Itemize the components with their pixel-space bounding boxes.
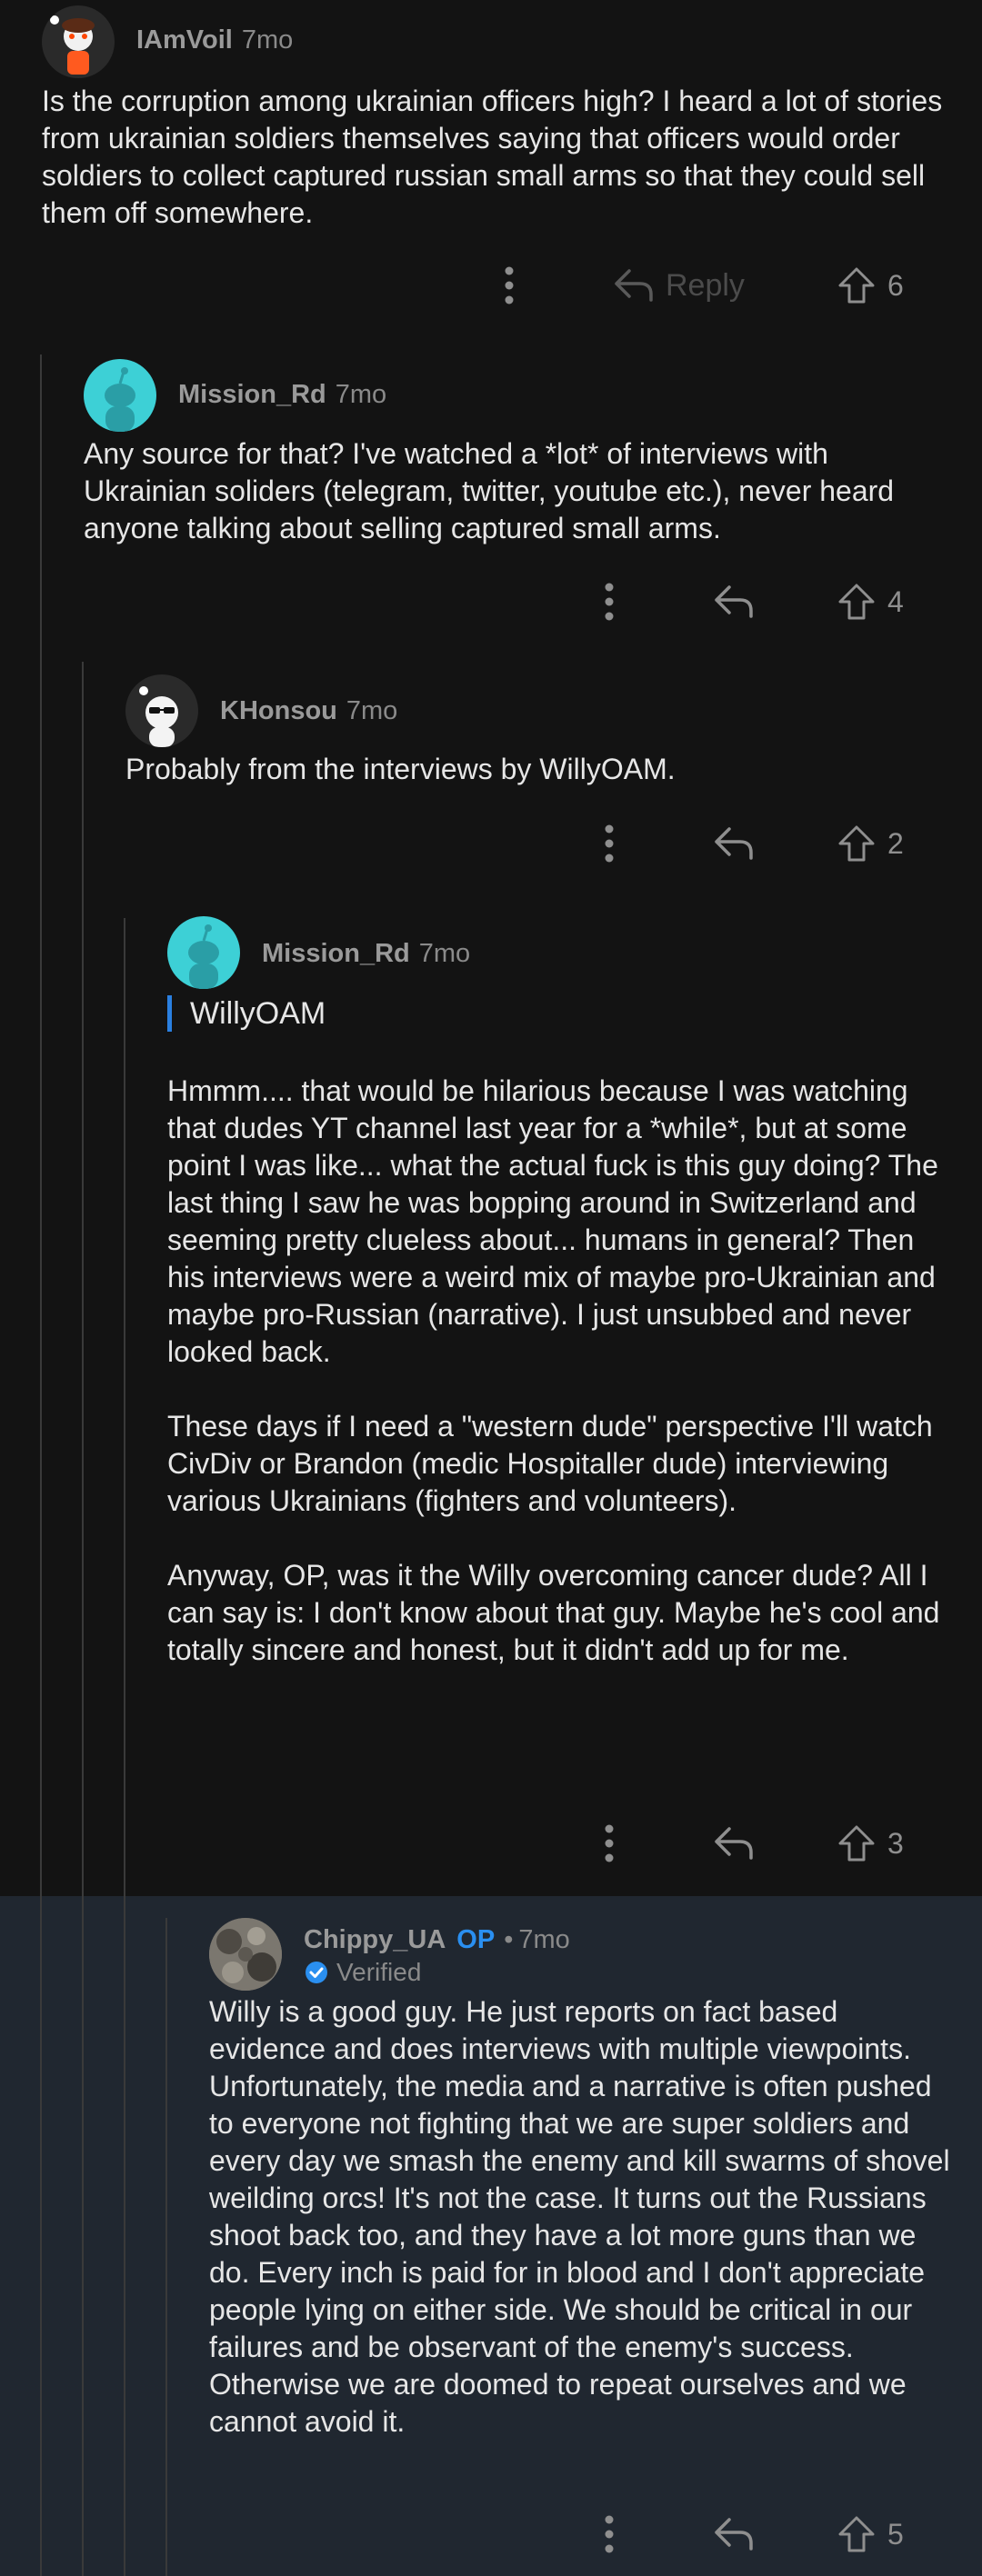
reply-button[interactable] (713, 2507, 755, 2561)
upvote-button[interactable]: 5 (837, 2507, 904, 2561)
comment-author[interactable]: Chippy_UA OP • 7mo (304, 1925, 570, 1955)
more-options-button[interactable] (591, 816, 627, 871)
reply-button[interactable] (713, 816, 755, 871)
upvote-arrow-icon (838, 1825, 875, 1862)
comment-actions: 5 (0, 2507, 982, 2561)
vote-score: 2 (887, 826, 904, 860)
comment-body: Is the corruption among ukrainian office… (42, 85, 951, 229)
comment-actions: 3 (0, 1816, 982, 1871)
reply-arrow-icon (715, 1827, 753, 1860)
comment-author[interactable]: KHonsou 7mo (220, 696, 397, 726)
comment-author[interactable]: IAmVoil 7mo (136, 25, 293, 55)
comment-body: Probably from the interviews by WillyOAM… (125, 753, 676, 785)
vote-score: 3 (887, 1826, 904, 1860)
comment-author[interactable]: Mission_Rd 7mo (178, 380, 386, 410)
reply-arrow-icon (715, 2518, 753, 2551)
comment-age: 7mo (241, 25, 294, 55)
comment-age: 7mo (418, 939, 471, 968)
vote-score: 5 (887, 2517, 904, 2551)
more-options-icon (605, 1824, 614, 1862)
comment-age: 7mo (346, 696, 398, 725)
more-options-button[interactable] (591, 574, 627, 629)
comment-actions: Reply 6 (0, 258, 982, 313)
reply-arrow-icon (715, 827, 753, 860)
comment-actions: 4 (0, 574, 982, 629)
vote-score: 6 (887, 268, 904, 302)
reply-arrow-icon (615, 269, 653, 302)
comment-actions: 2 (0, 816, 982, 871)
verified-label: Verified (336, 1958, 422, 1986)
comment-khonsou: KHonsou 7mo Probably from the interviews … (0, 671, 982, 893)
username[interactable]: IAmVoil (136, 25, 233, 55)
avatar[interactable] (167, 916, 240, 989)
username[interactable]: Chippy_UA (304, 1925, 446, 1954)
upvote-arrow-icon (838, 267, 875, 304)
more-options-icon (605, 2515, 614, 2553)
more-options-button[interactable] (491, 258, 527, 313)
comment-mission-rd-1: Mission_Rd 7mo Any source for that? I've … (0, 354, 982, 645)
comment-chippy-ua: Chippy_UA OP • 7mo Verified Willy is a good… (0, 1916, 982, 2576)
reply-arrow-icon (715, 585, 753, 618)
separator-dot: • (504, 1925, 514, 1954)
reply-label: Reply (666, 267, 745, 303)
comment-author[interactable]: Mission_Rd 7mo (262, 939, 470, 969)
username[interactable]: Mission_Rd (178, 380, 326, 409)
username[interactable]: Mission_Rd (262, 939, 410, 968)
comment-body: Hmmm.... that would be hilarious because… (167, 1074, 940, 1666)
verified-badge: Verified (304, 1958, 421, 1987)
comment-body: Willy is a good guy. He just reports on … (209, 1995, 958, 2438)
more-options-icon (505, 266, 514, 305)
comment-iamvoil: IAmVoil 7mo Is the corruption among ukrai… (0, 0, 982, 327)
comment-age: 7mo (518, 1925, 570, 1954)
reply-button[interactable] (713, 1816, 755, 1871)
avatar[interactable] (125, 674, 198, 747)
avatar[interactable] (42, 5, 115, 78)
reply-button[interactable] (713, 574, 755, 629)
upvote-button[interactable]: 2 (837, 816, 904, 871)
vote-score: 4 (887, 584, 904, 618)
more-options-button[interactable] (591, 2507, 627, 2561)
avatar[interactable] (209, 1918, 282, 1991)
more-options-button[interactable] (591, 1816, 627, 1871)
upvote-arrow-icon (838, 2516, 875, 2552)
more-options-icon (605, 824, 614, 863)
upvote-button[interactable]: 6 (837, 258, 904, 313)
upvote-arrow-icon (838, 584, 875, 620)
upvote-button[interactable]: 3 (837, 1816, 904, 1871)
upvote-arrow-icon (838, 825, 875, 862)
comment-age: 7mo (335, 380, 387, 409)
comment-body: Any source for that? I've watched a *lot… (84, 437, 902, 544)
reply-button[interactable]: Reply (613, 258, 745, 313)
quoted-text: WillyOAM (167, 995, 326, 1032)
more-options-icon (605, 583, 614, 621)
verified-check-icon (306, 1962, 327, 1983)
op-badge: OP (456, 1925, 496, 1954)
avatar[interactable] (84, 359, 156, 432)
username[interactable]: KHonsou (220, 696, 337, 725)
upvote-button[interactable]: 4 (837, 574, 904, 629)
comment-mission-rd-2: Mission_Rd 7mo WillyOAM Hmmm.... that wou… (0, 914, 982, 1895)
